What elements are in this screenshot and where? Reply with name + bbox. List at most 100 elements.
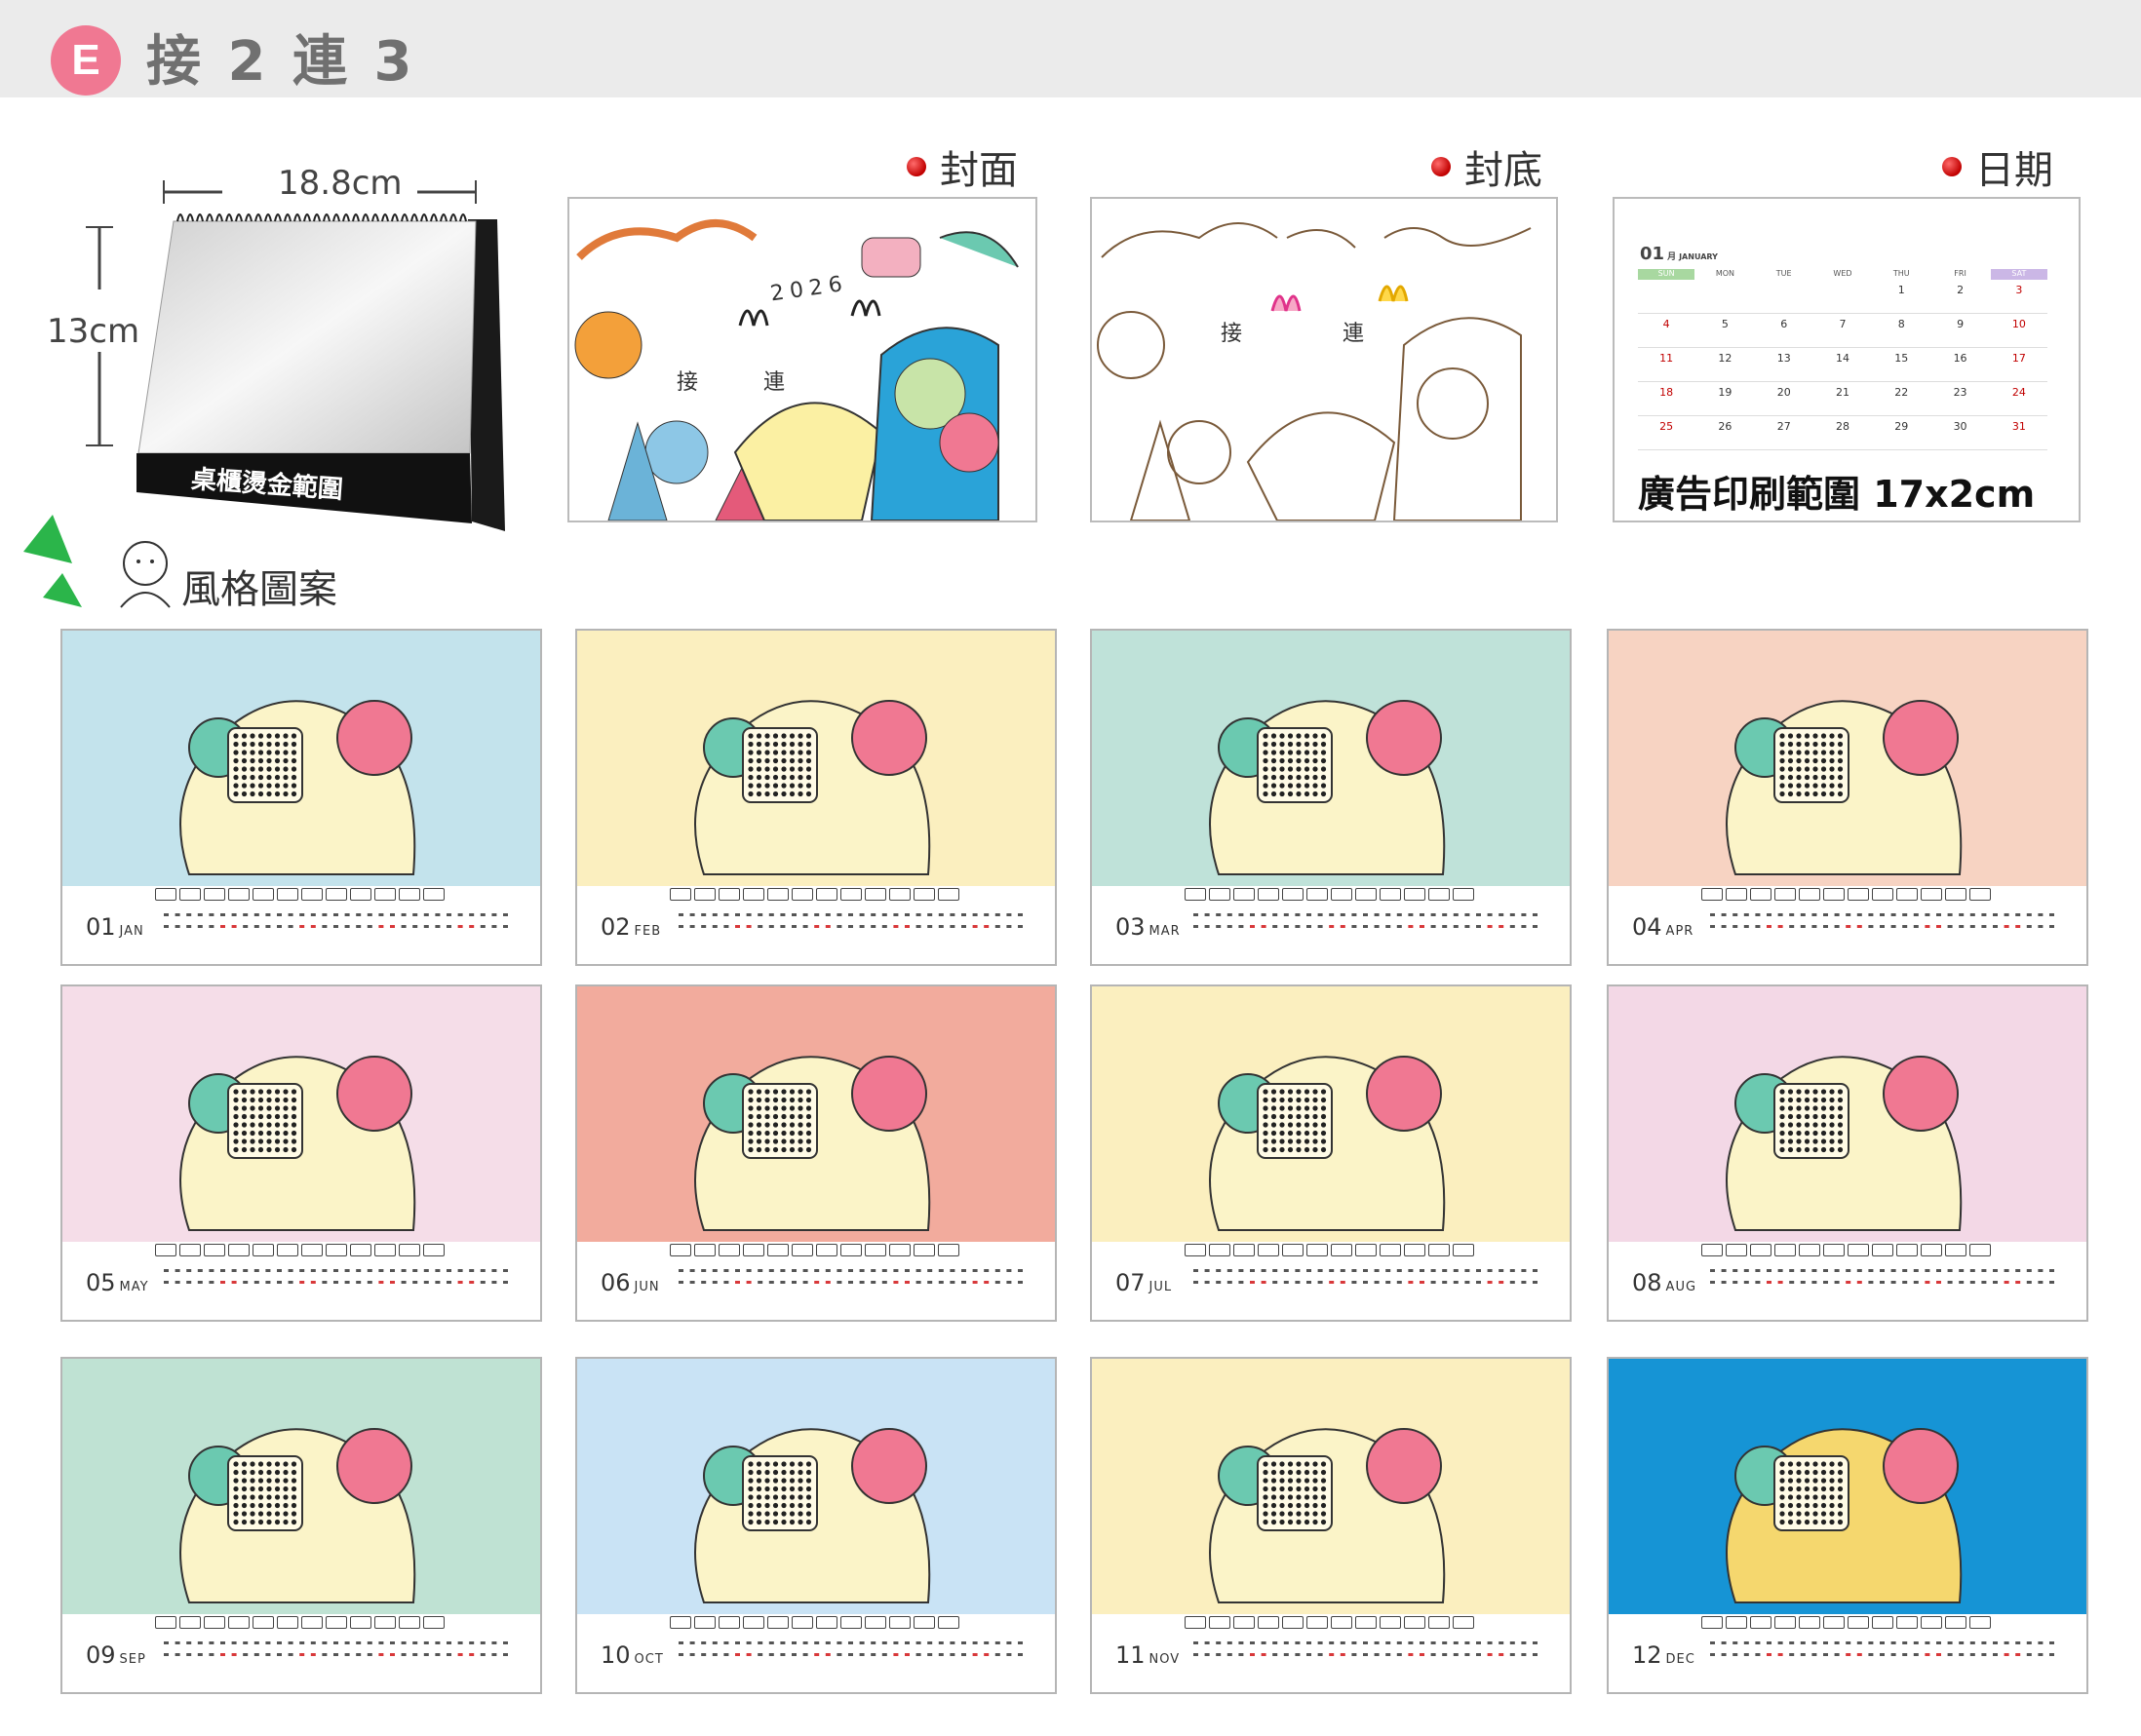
day-tick (1902, 925, 1908, 928)
dot (748, 1485, 754, 1492)
day-tick (1868, 925, 1874, 928)
month-card[interactable]: 04 APR (1607, 629, 2088, 966)
month-chip (1185, 888, 1206, 901)
dot (274, 757, 281, 764)
weekday-tick (837, 913, 842, 916)
month-card[interactable]: 07 JUL (1090, 984, 1572, 1322)
dot (805, 791, 812, 797)
weekday-tick (209, 1641, 214, 1644)
dot (1796, 1097, 1802, 1103)
day-tick (679, 1281, 683, 1284)
date-cell (1638, 280, 1694, 313)
dot (1796, 1089, 1802, 1095)
dot (1787, 741, 1794, 748)
day-tick (253, 925, 259, 928)
month-card[interactable]: 06 JUN (575, 984, 1057, 1322)
day-tick (1420, 1653, 1424, 1656)
dot (1787, 1502, 1794, 1509)
day-tick (1329, 925, 1335, 928)
weekday-tick (735, 1269, 740, 1272)
dot (1263, 1478, 1268, 1484)
month-card[interactable]: 10 OCT (575, 1357, 1057, 1694)
weekday-tick (1238, 913, 1244, 916)
dot (756, 791, 762, 797)
weekday-tick (1193, 1641, 1198, 1644)
dot (241, 750, 248, 755)
weekday-tick (356, 913, 362, 916)
dot (274, 1511, 281, 1517)
day-tick (814, 925, 820, 928)
dot (257, 757, 264, 764)
dot (764, 783, 770, 789)
day-tick (209, 1281, 214, 1284)
day-tick (503, 1653, 508, 1656)
month-abbr: APR (1665, 924, 1694, 939)
month-illustration-area (62, 986, 540, 1242)
dot (1804, 1122, 1810, 1128)
month-card[interactable]: 05 MAY (60, 984, 542, 1322)
weekday-tick (1811, 1641, 1817, 1644)
dot (805, 1089, 812, 1095)
dot (772, 1146, 779, 1153)
weekday-tick (1925, 913, 1930, 916)
weekday-tick (299, 1641, 305, 1644)
weekday-tick (1846, 1641, 1851, 1644)
weekday-tick (2049, 913, 2054, 916)
dot (1796, 741, 1802, 748)
dot (1279, 1502, 1285, 1509)
dot (1787, 1485, 1794, 1492)
dot (1263, 1469, 1268, 1476)
weekday-tick (1913, 1269, 1919, 1272)
dot (233, 1146, 239, 1153)
dot (257, 1089, 264, 1095)
weekday-tick (480, 1269, 486, 1272)
dot (764, 1105, 770, 1111)
day-tick (1487, 1281, 1493, 1284)
day-tick (746, 1281, 752, 1284)
month-chip (326, 1616, 347, 1629)
weekday-tick (1902, 913, 1908, 916)
month-card[interactable]: 12 DEC (1607, 1357, 2088, 1694)
dot (772, 1138, 779, 1144)
month-card[interactable]: 11 NOV (1090, 1357, 1572, 1694)
weekday-tick (1420, 1269, 1424, 1272)
month-card[interactable]: 09 SEP (60, 1357, 542, 1694)
day-tick (1385, 925, 1391, 928)
day-tick (780, 1281, 786, 1284)
dot (257, 1469, 264, 1476)
day-tick (961, 1653, 966, 1656)
weekday-tick (950, 913, 955, 916)
dot (789, 733, 796, 739)
dot (1837, 1146, 1844, 1153)
month-card[interactable]: 08 AUG (1607, 984, 2088, 1322)
month-card[interactable]: 03 MAR (1090, 629, 1572, 966)
month-card[interactable]: 02 FEB (575, 629, 1057, 966)
weekday-tick (1993, 1269, 1998, 1272)
dot (241, 1478, 248, 1484)
weekday-tick (469, 913, 475, 916)
weekday-tick (679, 1269, 683, 1272)
dot (1312, 1469, 1318, 1476)
weekday-tick (1521, 913, 1527, 916)
date-cell: 8 (1897, 318, 1905, 330)
month-chip (1921, 1244, 1942, 1256)
dot (789, 1097, 796, 1103)
dot (1312, 1511, 1318, 1517)
dot (250, 1089, 255, 1095)
dot (1779, 1461, 1785, 1467)
month-chip-row (1185, 888, 1474, 901)
day-tick (893, 1281, 899, 1284)
weekday-tick (994, 913, 1000, 916)
month-chip (792, 1244, 813, 1256)
month-card[interactable]: 01 JAN (60, 629, 542, 966)
dot (772, 1502, 779, 1509)
weekday-tick (423, 1269, 429, 1272)
weekday-tick (938, 1269, 944, 1272)
date-cell: 20 (1776, 386, 1791, 399)
day-tick (1226, 925, 1232, 928)
dot (266, 1511, 272, 1517)
day-tick (780, 1653, 786, 1656)
weekday-tick (299, 913, 305, 916)
dot (1829, 1502, 1835, 1509)
dot (1287, 783, 1294, 789)
